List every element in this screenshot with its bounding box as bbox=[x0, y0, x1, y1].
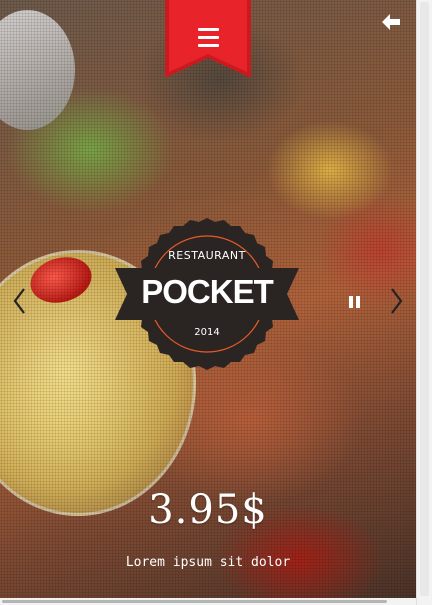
logo-subtitle: RESTAURANT bbox=[168, 249, 246, 262]
hero-slider: RESTAURANT POCKET 2014 3.95$ Lorem ipsum… bbox=[0, 0, 416, 598]
logo-year: 2014 bbox=[194, 327, 220, 338]
back-arrow-icon[interactable] bbox=[380, 11, 402, 33]
vertical-scrollbar[interactable] bbox=[416, 0, 432, 605]
slider-next-button[interactable] bbox=[386, 287, 406, 315]
chevron-left-icon[interactable] bbox=[10, 287, 30, 315]
menu-ribbon-button[interactable] bbox=[165, 0, 251, 78]
slide-caption: Lorem ipsum sit dolor bbox=[125, 555, 291, 570]
price-label: 3.95$ bbox=[148, 487, 268, 533]
hamburger-menu-icon[interactable] bbox=[198, 28, 219, 50]
horizontal-scrollbar-thumb[interactable] bbox=[2, 600, 387, 603]
background-spoon bbox=[0, 10, 75, 130]
pause-icon[interactable] bbox=[349, 296, 360, 308]
vertical-scrollbar-thumb[interactable] bbox=[420, 2, 429, 596]
restaurant-logo: RESTAURANT POCKET 2014 bbox=[115, 216, 299, 372]
horizontal-scrollbar[interactable] bbox=[0, 598, 416, 605]
logo-title: POCKET bbox=[141, 273, 274, 310]
chevron-right-icon[interactable] bbox=[386, 287, 406, 315]
slider-prev-button[interactable] bbox=[10, 287, 30, 315]
